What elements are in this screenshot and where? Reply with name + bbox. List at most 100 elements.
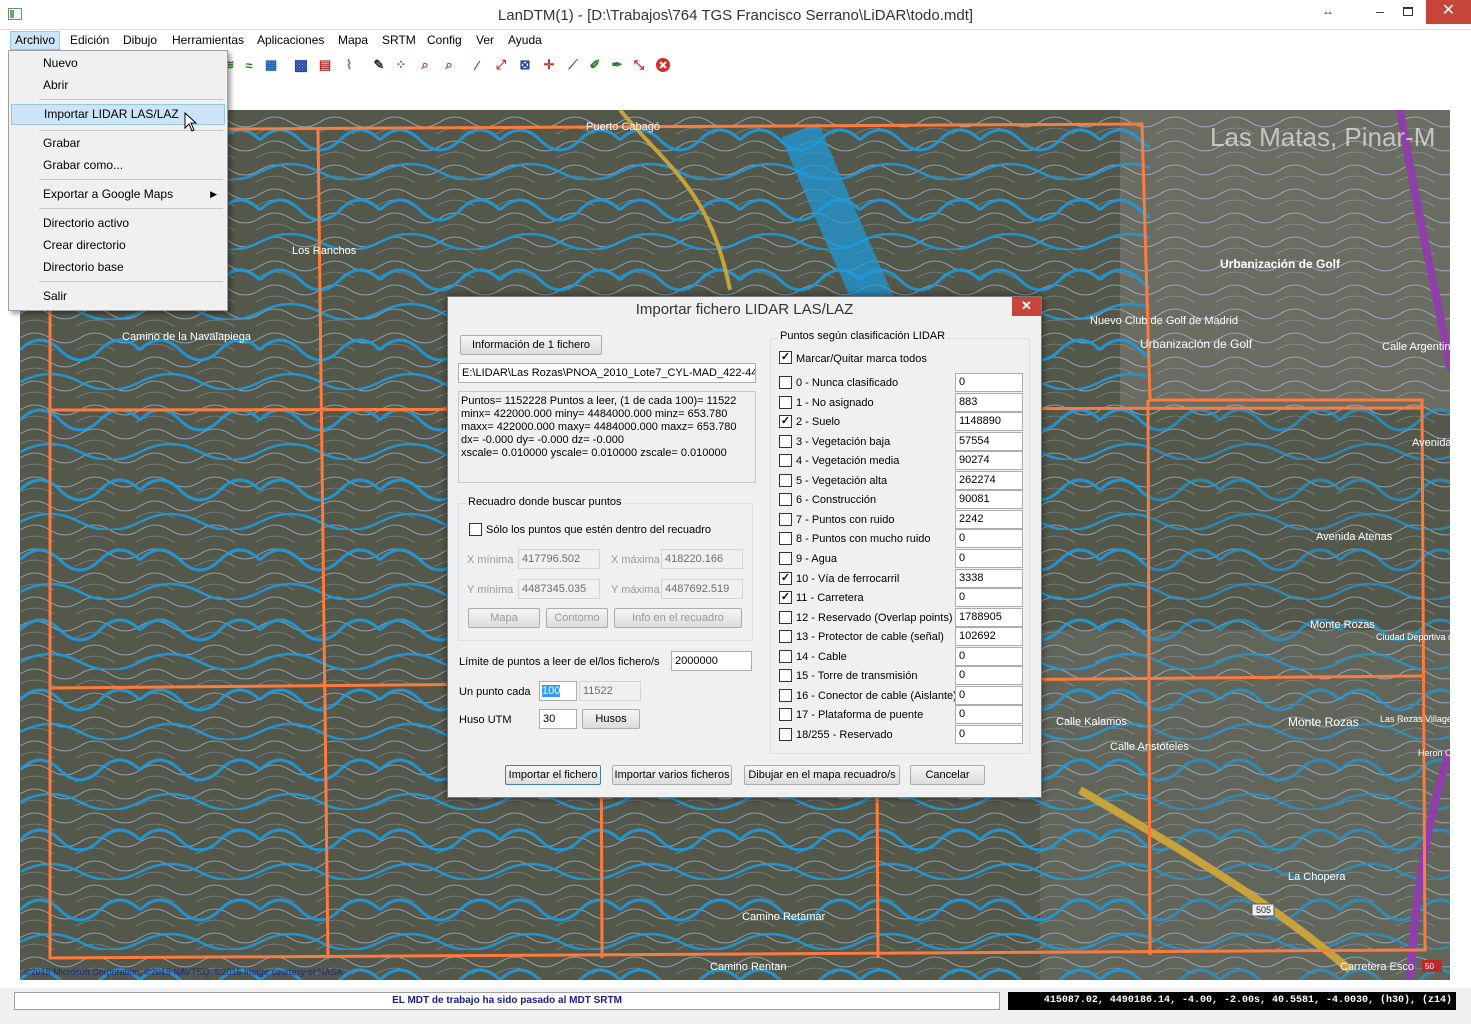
class-checkbox[interactable] [779,376,792,389]
menu-item-salir[interactable]: Salir [11,286,225,307]
search-box-group-title: Recuadro donde buscar puntos [466,496,624,508]
menu-archivo[interactable]: Archivo [10,31,61,50]
class-count-field[interactable]: 0 [955,646,1023,666]
utm-field[interactable]: 30 [539,709,577,729]
class-checkbox[interactable] [779,473,792,487]
dialog-close-button[interactable]: ✕ [1012,297,1041,316]
class-count-field[interactable]: 0 [955,705,1023,725]
class-count-field[interactable]: 0 [955,685,1023,705]
map-button[interactable]: Mapa [468,608,540,628]
import-file-button[interactable]: Importar el fichero [505,765,601,785]
menu-item-directorio-base[interactable]: Directorio base [11,257,225,278]
class-count-field[interactable]: 3338 [955,568,1023,588]
class-checkbox[interactable] [779,610,792,624]
brush-icon[interactable]: ⟋ [564,56,582,74]
menu-item-crear-directorio[interactable]: Crear directorio [11,235,225,256]
class-count-field[interactable]: 1788905 [955,607,1023,627]
line-icon[interactable]: ⤢ [492,56,510,74]
info-in-box-button[interactable]: Info en el recuadro [614,608,742,628]
x-min-field[interactable]: 417796.502 [518,549,600,569]
menu-herramientas[interactable]: Herramientas [168,31,248,50]
class-checkbox[interactable]: ✓ [779,415,792,429]
file-path-field[interactable]: E:\LIDAR\Las Rozas\PNOA_2010_Lote7_CYL-M… [458,363,756,383]
class-count-field[interactable]: 57554 [955,431,1023,451]
only-inside-checkbox[interactable] [469,523,482,536]
cancel-button[interactable]: Cancelar [910,765,985,785]
class-count-field[interactable]: 0 [955,588,1023,608]
map-icon[interactable]: ▦ [262,56,280,74]
draw-box-button[interactable]: Dibujar en el mapa recuadro/s [744,765,900,785]
edit-points-icon[interactable]: ⁘ [392,56,410,74]
menu-item-exportar-google-maps[interactable]: Exportar a Google Maps ▶ [11,184,225,205]
menu-ver[interactable]: Ver [472,31,498,50]
menu-srtm[interactable]: SRTM [378,31,420,50]
zoom-window-icon[interactable]: ⌕ [440,56,458,74]
class-checkbox[interactable] [779,649,792,663]
zoom-icon[interactable]: ⌕ [416,56,434,74]
class-checkbox[interactable] [779,669,792,683]
import-multiple-button[interactable]: Importar varios ficheros [612,765,732,785]
stop-icon[interactable] [654,56,672,74]
grid-icon[interactable]: ▩ [292,56,310,74]
menu-aplicaciones[interactable]: Aplicaciones [253,31,328,50]
husos-button[interactable]: Husos [582,709,640,729]
class-count-field[interactable]: 0 [955,529,1023,549]
fill-icon[interactable]: ✒ [608,56,626,74]
menu-item-directorio-activo[interactable]: Directorio activo [11,213,225,234]
class-count-field[interactable]: 102692 [955,627,1023,647]
class-count-field[interactable]: 90274 [955,451,1023,471]
every-field[interactable]: 100 [539,681,577,701]
class-count-field[interactable]: 0 [955,724,1023,744]
class-count-field[interactable]: 1148890 [955,412,1023,432]
maximize-button[interactable] [1390,0,1426,24]
toggle-all-checkbox[interactable]: ✓ [779,351,792,364]
contour-alt-icon[interactable]: ≈ [240,56,258,74]
class-checkbox[interactable] [779,727,792,741]
class-checkbox[interactable] [779,454,792,468]
menu-item-grabar-como[interactable]: Grabar como... [11,155,225,176]
x-max-field[interactable]: 418220.166 [661,549,743,569]
y-max-label: Y máxima [611,584,660,596]
class-checkbox[interactable] [779,688,792,702]
y-min-field[interactable]: 4487345.035 [518,579,600,599]
class-checkbox[interactable] [779,630,792,644]
class-checkbox[interactable]: ✓ [779,571,792,585]
class-count-field[interactable]: 262274 [955,470,1023,490]
y-max-field[interactable]: 4487692.519 [661,579,743,599]
draw-icon[interactable]: ✐ [586,56,604,74]
profile-icon[interactable]: ⌇ [340,56,358,74]
file-info-button[interactable]: Información de 1 fichero [460,335,602,355]
crosshair-icon[interactable]: ✛ [540,56,558,74]
class-checkbox[interactable] [779,512,792,526]
close-button[interactable]: ✕ [1426,0,1471,24]
menu-item-grabar[interactable]: Grabar [11,133,225,154]
class-checkbox[interactable] [779,395,792,409]
pencil-icon[interactable]: ✎ [370,56,388,74]
menu-config[interactable]: Config [423,31,466,50]
limit-field[interactable]: 2000000 [671,651,752,671]
class-checkbox[interactable] [779,434,792,448]
menu-ayuda[interactable]: Ayuda [504,31,546,50]
contour-button[interactable]: Contorno [546,608,608,628]
table-icon[interactable]: ▤ [316,56,334,74]
class-count-field[interactable]: 0 [955,548,1023,568]
menu-dibujo[interactable]: Dibujo [119,31,161,50]
resize-icon[interactable]: ↔ [1310,0,1346,24]
pick-icon[interactable]: ⤡ [630,56,648,74]
class-count-field[interactable]: 883 [955,392,1023,412]
fit-icon[interactable]: ⊠ [516,56,534,74]
class-count-field[interactable]: 2242 [955,509,1023,529]
class-checkbox[interactable] [779,551,792,565]
menu-edicion[interactable]: Edición [66,31,113,50]
menu-mapa[interactable]: Mapa [334,31,372,50]
class-checkbox[interactable] [779,532,792,546]
menu-item-abrir[interactable]: Abrir [11,75,225,96]
class-checkbox[interactable] [779,493,792,507]
class-count-field[interactable]: 90081 [955,490,1023,510]
class-count-field[interactable]: 0 [955,666,1023,686]
class-count-field[interactable]: 0 [955,373,1023,392]
class-checkbox[interactable]: ✓ [779,591,792,605]
class-checkbox[interactable] [779,708,792,722]
menu-item-nuevo[interactable]: Nuevo [11,53,225,74]
measure-icon[interactable]: ⁄ [468,56,486,74]
